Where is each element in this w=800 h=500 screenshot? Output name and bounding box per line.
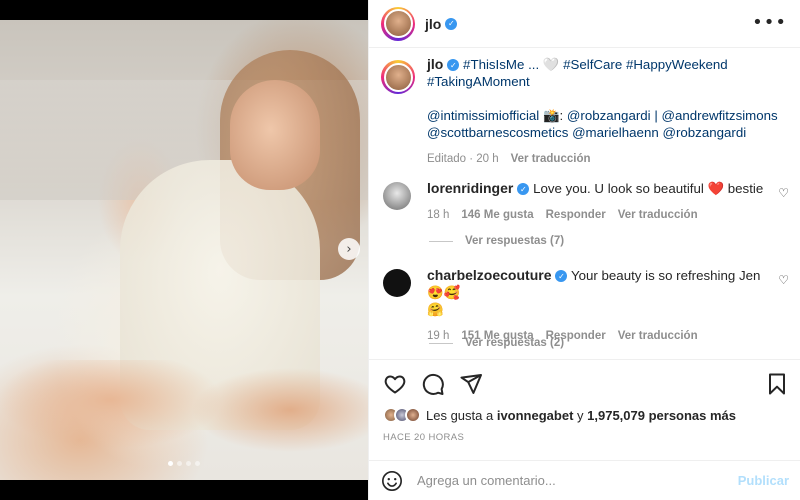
caption-line-1: jlo ✓ #ThisIsMe ... 🤍 #SelfCare #HappyWee… xyxy=(427,56,787,73)
comment-likes[interactable]: 146 Me gusta xyxy=(461,207,533,224)
edited-time: Editado · 20 h xyxy=(427,153,499,165)
photo-face xyxy=(230,80,320,190)
carousel-dot xyxy=(177,461,182,466)
author-username[interactable]: jlo xyxy=(425,16,441,32)
carousel-dots xyxy=(168,461,200,466)
caption-meta: Editado · 20 h Ver traducción xyxy=(427,151,787,168)
likes-count[interactable]: 1,975,079 personas más xyxy=(587,408,736,423)
liker-avatar xyxy=(405,407,421,423)
hashtags[interactable]: #SelfCare #HappyWeekend xyxy=(559,57,728,72)
comment-avatar[interactable] xyxy=(383,182,411,210)
view-replies[interactable]: Ver respuestas (7) xyxy=(429,235,564,247)
hashtag-takingamoment[interactable]: #TakingAMoment xyxy=(427,73,787,90)
like-comment-heart-icon[interactable]: ♡ xyxy=(778,273,789,287)
see-translation-link[interactable]: Ver traducción xyxy=(511,151,591,168)
avatar-image xyxy=(383,62,413,92)
credits-separator: | xyxy=(650,108,662,123)
carousel-dot xyxy=(186,461,191,466)
see-translation-link[interactable]: Ver traducción xyxy=(618,207,698,224)
add-comment-input[interactable] xyxy=(417,473,717,488)
photo-legs xyxy=(0,360,368,500)
next-slide-button[interactable]: › xyxy=(338,238,360,260)
view-replies-label: Ver respuestas (7) xyxy=(465,235,565,247)
comment-item: lorenridinger ✓ Love you. U look so beaut… xyxy=(369,180,800,224)
likes-summary: Les gusta a ivonnegabet y 1,975,079 pers… xyxy=(383,407,736,423)
publish-button[interactable]: Publicar xyxy=(738,473,789,488)
caption-credits-1: @intimissimiofficial 📸: @robzangardi | @… xyxy=(427,107,787,124)
post-photo xyxy=(0,20,368,500)
mention-marielhaenn[interactable]: @marielhaenn xyxy=(572,125,659,140)
likes-middle: y xyxy=(573,407,588,423)
see-translation-link[interactable]: Ver traducción xyxy=(618,328,698,345)
mention-robzangardi[interactable]: @robzangardi xyxy=(567,108,651,123)
caption-avatar[interactable] xyxy=(381,60,415,94)
view-replies-label: Ver respuestas (2) xyxy=(465,337,565,349)
reply-button[interactable]: Responder xyxy=(546,207,606,224)
camera-emoji: 📸: xyxy=(539,108,567,123)
mention-scottbarnes[interactable]: @scottbarnescosmetics xyxy=(427,125,568,140)
post-caption: jlo ✓ #ThisIsMe ... 🤍 #SelfCare #HappyWee… xyxy=(369,56,800,168)
mention-intimissimi[interactable]: @intimissimiofficial xyxy=(427,108,539,123)
comment-avatar[interactable] xyxy=(383,269,411,297)
verified-badge-icon: ✓ xyxy=(555,270,568,283)
more-options-icon[interactable]: ••• xyxy=(752,12,787,33)
author-avatar[interactable] xyxy=(381,6,415,41)
post-media: › xyxy=(0,0,368,500)
comment-body: lorenridinger ✓ Love you. U look so beaut… xyxy=(427,180,772,224)
comment-bubble-icon[interactable] xyxy=(421,372,445,396)
verified-badge-icon: ✓ xyxy=(447,59,460,72)
like-comment-heart-icon[interactable]: ♡ xyxy=(778,186,789,200)
comment-time: 18 h xyxy=(427,209,450,221)
mention-andrewfitzsimons[interactable]: @andrewfitzsimons xyxy=(661,108,777,123)
post-side-panel: jlo ✓ ••• jlo ✓ #ThisIsMe ... 🤍 #SelfCare… xyxy=(368,0,800,500)
comment-username[interactable]: charbelzoecouture xyxy=(427,267,551,283)
share-paper-plane-icon[interactable] xyxy=(459,372,483,396)
likes-text[interactable]: Les gusta a ivonnegabet y 1,975,079 pers… xyxy=(426,408,736,423)
replies-line xyxy=(429,342,453,344)
comment-item: charbelzoecouture ✓ Your beauty is so ref… xyxy=(369,267,800,345)
carousel-dot xyxy=(195,461,200,466)
comment-text-2: 🤗 xyxy=(427,302,444,317)
like-heart-icon[interactable] xyxy=(383,372,407,396)
carousel-dot xyxy=(168,461,173,466)
verified-badge-icon: ✓ xyxy=(445,17,458,30)
caption-username[interactable]: jlo xyxy=(427,56,443,72)
instagram-post-view: › jlo ✓ ••• jlo ✓ #ThisIsMe ... 🤍 #SelfC… xyxy=(0,0,800,500)
hashtag-thisisme[interactable]: #ThisIsMe ... xyxy=(463,57,543,72)
verified-badge-icon: ✓ xyxy=(517,183,530,196)
mention-robzangardi[interactable]: @robzangardi xyxy=(662,125,746,140)
white-heart-emoji: 🤍 xyxy=(542,57,560,72)
comment-composer: Publicar xyxy=(369,460,800,500)
replies-line xyxy=(429,240,453,242)
action-icons xyxy=(383,372,483,396)
chevron-right-icon: › xyxy=(346,241,352,257)
view-replies[interactable]: Ver respuestas (2) xyxy=(429,337,564,349)
avatar-image xyxy=(383,9,413,38)
comment-meta: 18 h 146 Me gusta Responder Ver traducci… xyxy=(427,207,772,224)
likes-user[interactable]: ivonnegabet xyxy=(497,408,574,423)
comment-username[interactable]: lorenridinger xyxy=(427,180,513,196)
caption-body: jlo ✓ #ThisIsMe ... 🤍 #SelfCare #HappyWee… xyxy=(427,56,787,168)
caption-credits-2: @scottbarnescosmetics @marielhaenn @robz… xyxy=(427,124,787,141)
comment-body: charbelzoecouture ✓ Your beauty is so ref… xyxy=(427,267,772,345)
post-header: jlo ✓ ••• xyxy=(369,0,800,48)
post-timestamp[interactable]: HACE 20 HORAS xyxy=(383,432,464,443)
bookmark-icon[interactable] xyxy=(765,372,789,396)
emoji-smiley-icon[interactable] xyxy=(381,470,403,492)
likes-prefix: Les gusta a xyxy=(426,407,497,423)
comment-text: Love you. U look so beautiful ❤️ bestie xyxy=(533,181,764,196)
